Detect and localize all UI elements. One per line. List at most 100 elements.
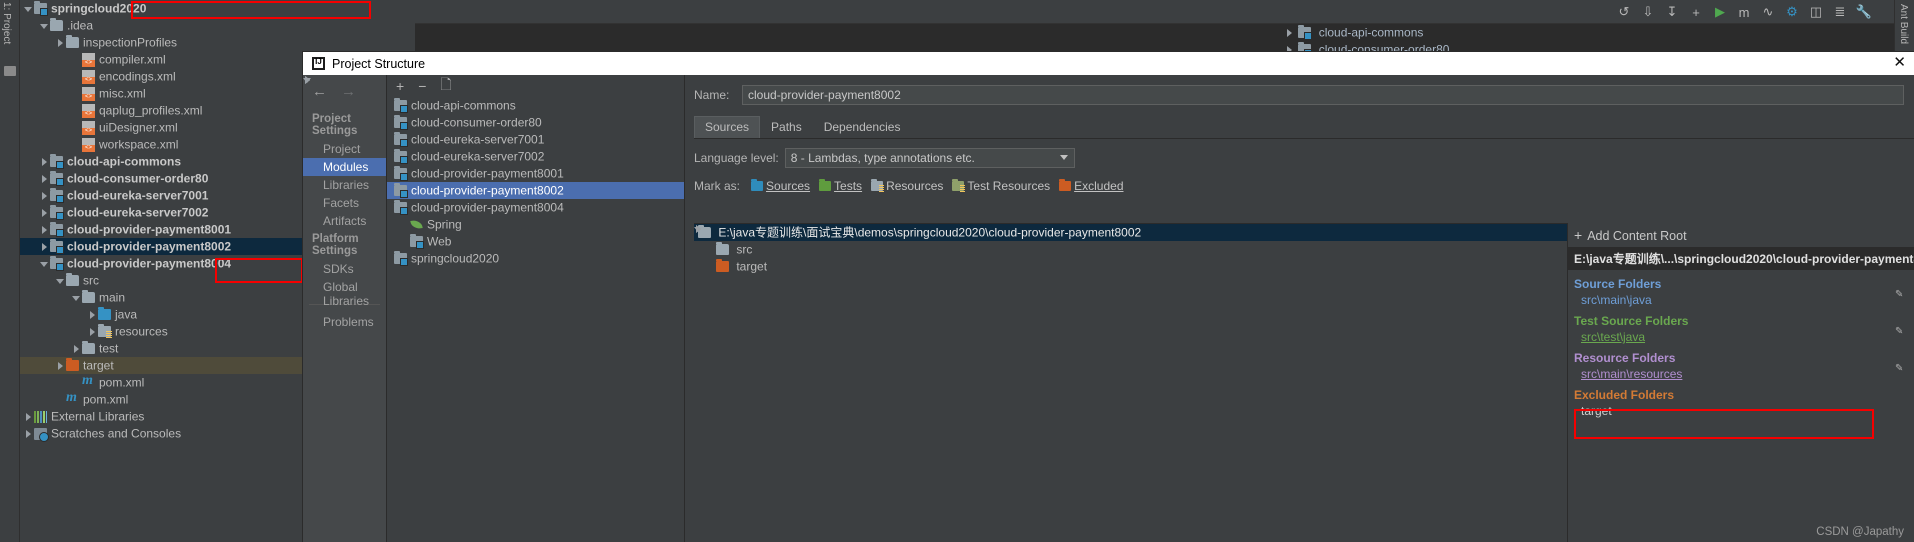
content-roots-panel: + Add Content Root E:\java专题训练\...\spring… [1567, 223, 1914, 542]
mark-as-resources-button[interactable]: Resources [871, 179, 943, 193]
module-icon [394, 98, 408, 114]
chevron-right-icon[interactable] [40, 174, 49, 184]
excluded-folder-icon [716, 259, 729, 273]
language-level-select[interactable]: 8 - Lambdas, type annotations etc. [784, 148, 1075, 168]
arrow-left-icon[interactable]: ← [312, 83, 327, 100]
mark-as-excluded-button[interactable]: Excluded [1059, 179, 1124, 193]
folder-icon [716, 242, 729, 256]
mark-as-tests-button[interactable]: Tests [819, 179, 862, 193]
tree-row-label: cloud-provider-payment8001 [411, 166, 564, 181]
settings-icon[interactable]: ⚙ [1784, 4, 1800, 20]
modules-toolbar: + − 🗋 [387, 75, 684, 97]
chevron-right-icon[interactable] [56, 38, 65, 48]
sidebar-item-artifacts[interactable]: Artifacts [303, 212, 386, 230]
sidebar-item-global-libraries[interactable]: Global Libraries [303, 278, 386, 308]
tree-row[interactable]: Web [387, 233, 684, 250]
module-icon [394, 251, 408, 267]
tree-row-label: main [99, 290, 126, 305]
list-item[interactable]: cloud-api-commons [1285, 24, 1585, 41]
tree-row[interactable]: cloud-provider-payment8001 [387, 165, 684, 182]
tree-row-label: External Libraries [51, 409, 145, 424]
sidebar-item-project[interactable]: Project [303, 140, 386, 158]
tree-row-target[interactable]: target [694, 258, 1567, 275]
arrow-right-icon[interactable]: → [341, 83, 356, 100]
add-content-root-button[interactable]: + Add Content Root [1568, 223, 1914, 247]
chevron-down-icon[interactable] [72, 293, 81, 302]
chevron-down-icon[interactable] [56, 276, 65, 285]
close-icon[interactable]: ✕ [1893, 55, 1906, 70]
chevron-right-icon[interactable] [72, 344, 81, 354]
tree-row-src[interactable]: src [694, 241, 1567, 258]
mark-as-sources-button[interactable]: Sources [751, 179, 810, 193]
chevron-right-icon[interactable] [24, 412, 33, 422]
chevron-right-icon[interactable] [88, 327, 97, 337]
chevron-down-icon[interactable] [40, 21, 49, 30]
sidebar-item-libraries[interactable]: Libraries [303, 176, 386, 194]
tree-row[interactable]: cloud-eureka-server7002 [387, 148, 684, 165]
pencil-icon[interactable]: ✎ [1895, 289, 1906, 300]
tree-row[interactable]: inspectionProfiles [20, 34, 415, 51]
copy-icon[interactable]: 🗋 [440, 74, 451, 98]
module-icon [1298, 25, 1313, 41]
maven-icon[interactable]: m [1736, 4, 1752, 20]
tab-sources[interactable]: Sources [694, 116, 761, 138]
project-tool-tab[interactable]: 1: Project [1, 2, 12, 62]
chevron-right-icon[interactable] [56, 361, 65, 371]
chevron-down-icon[interactable] [24, 4, 33, 13]
tab-dependencies[interactable]: Dependencies [813, 116, 912, 138]
chevron-right-icon[interactable] [40, 191, 49, 201]
import-icon[interactable]: ↧ [1664, 4, 1680, 20]
wrench-icon[interactable]: 🔧 [1856, 4, 1872, 20]
chevron-right-icon[interactable] [40, 225, 49, 235]
tree-row[interactable]: .idea [20, 17, 415, 34]
tree-row-label: resources [115, 324, 168, 339]
download-icon[interactable]: ⇩ [1640, 4, 1656, 20]
tree-row[interactable]: springcloud2020 [387, 250, 684, 267]
sidebar-item-problems[interactable]: Problems [303, 313, 386, 331]
mark-as-tests-label: Tests [834, 179, 863, 193]
mark-as-test-resources-button[interactable]: Test Resources [952, 179, 1050, 193]
chevron-right-icon[interactable] [40, 157, 49, 167]
pencil-icon[interactable]: ✎ [1895, 326, 1906, 337]
ant-build-tool-tab[interactable]: Ant Build [1898, 4, 1909, 44]
add-icon[interactable]: + [1688, 4, 1704, 20]
layout-icon[interactable]: ◫ [1808, 4, 1824, 20]
structure-tool-icon[interactable] [4, 66, 16, 76]
chevron-right-icon[interactable] [88, 310, 97, 320]
tree-row[interactable]: cloud-provider-payment8002 [387, 182, 684, 199]
run-icon[interactable]: ▶ [1712, 4, 1728, 20]
language-level-label: Language level: [694, 151, 779, 165]
tree-row[interactable]: Spring [387, 216, 684, 233]
resource-folder-icon [98, 324, 112, 339]
sidebar-item-sdks[interactable]: SDKs [303, 260, 386, 278]
chevron-right-icon[interactable] [1285, 28, 1294, 38]
chevron-down-icon[interactable] [40, 259, 49, 268]
folder-icon [82, 290, 95, 304]
content-root-row[interactable]: E:\java专题训练\面试宝典\demos\springcloud2020\c… [694, 224, 1567, 241]
detail-tabs: Sources Paths Dependencies [694, 116, 1914, 139]
collapse-icon[interactable]: ≣ [1832, 4, 1848, 20]
resource-folders-value[interactable]: src\main\resources [1574, 365, 1908, 381]
tree-row[interactable]: cloud-consumer-order80 [387, 114, 684, 131]
module-icon [394, 149, 408, 165]
chevron-right-icon[interactable] [24, 429, 33, 439]
sidebar-item-modules[interactable]: Modules [303, 158, 386, 176]
chevron-right-icon[interactable] [40, 242, 49, 252]
tree-row[interactable]: cloud-eureka-server7001 [387, 131, 684, 148]
folder-icon [66, 35, 79, 49]
pencil-icon[interactable]: ✎ [1895, 363, 1906, 374]
remove-module-button[interactable]: − [418, 78, 426, 94]
test-source-folders-value[interactable]: src\test\java [1574, 328, 1908, 344]
module-name-input[interactable]: cloud-provider-payment8002 [742, 85, 1904, 105]
tab-paths[interactable]: Paths [760, 116, 813, 138]
add-module-button[interactable]: + [396, 78, 404, 94]
sync-icon[interactable]: ↺ [1616, 4, 1632, 20]
sidebar-item-facets[interactable]: Facets [303, 194, 386, 212]
module-icon [394, 132, 408, 148]
tree-row[interactable]: cloud-provider-payment8004 [387, 199, 684, 216]
source-folders-value[interactable]: src\main\java [1574, 291, 1908, 307]
debug-icon[interactable]: ∿ [1760, 4, 1776, 20]
tree-row[interactable]: cloud-api-commons [387, 97, 684, 114]
chevron-right-icon[interactable] [40, 208, 49, 218]
source-folder-icon [98, 307, 111, 321]
